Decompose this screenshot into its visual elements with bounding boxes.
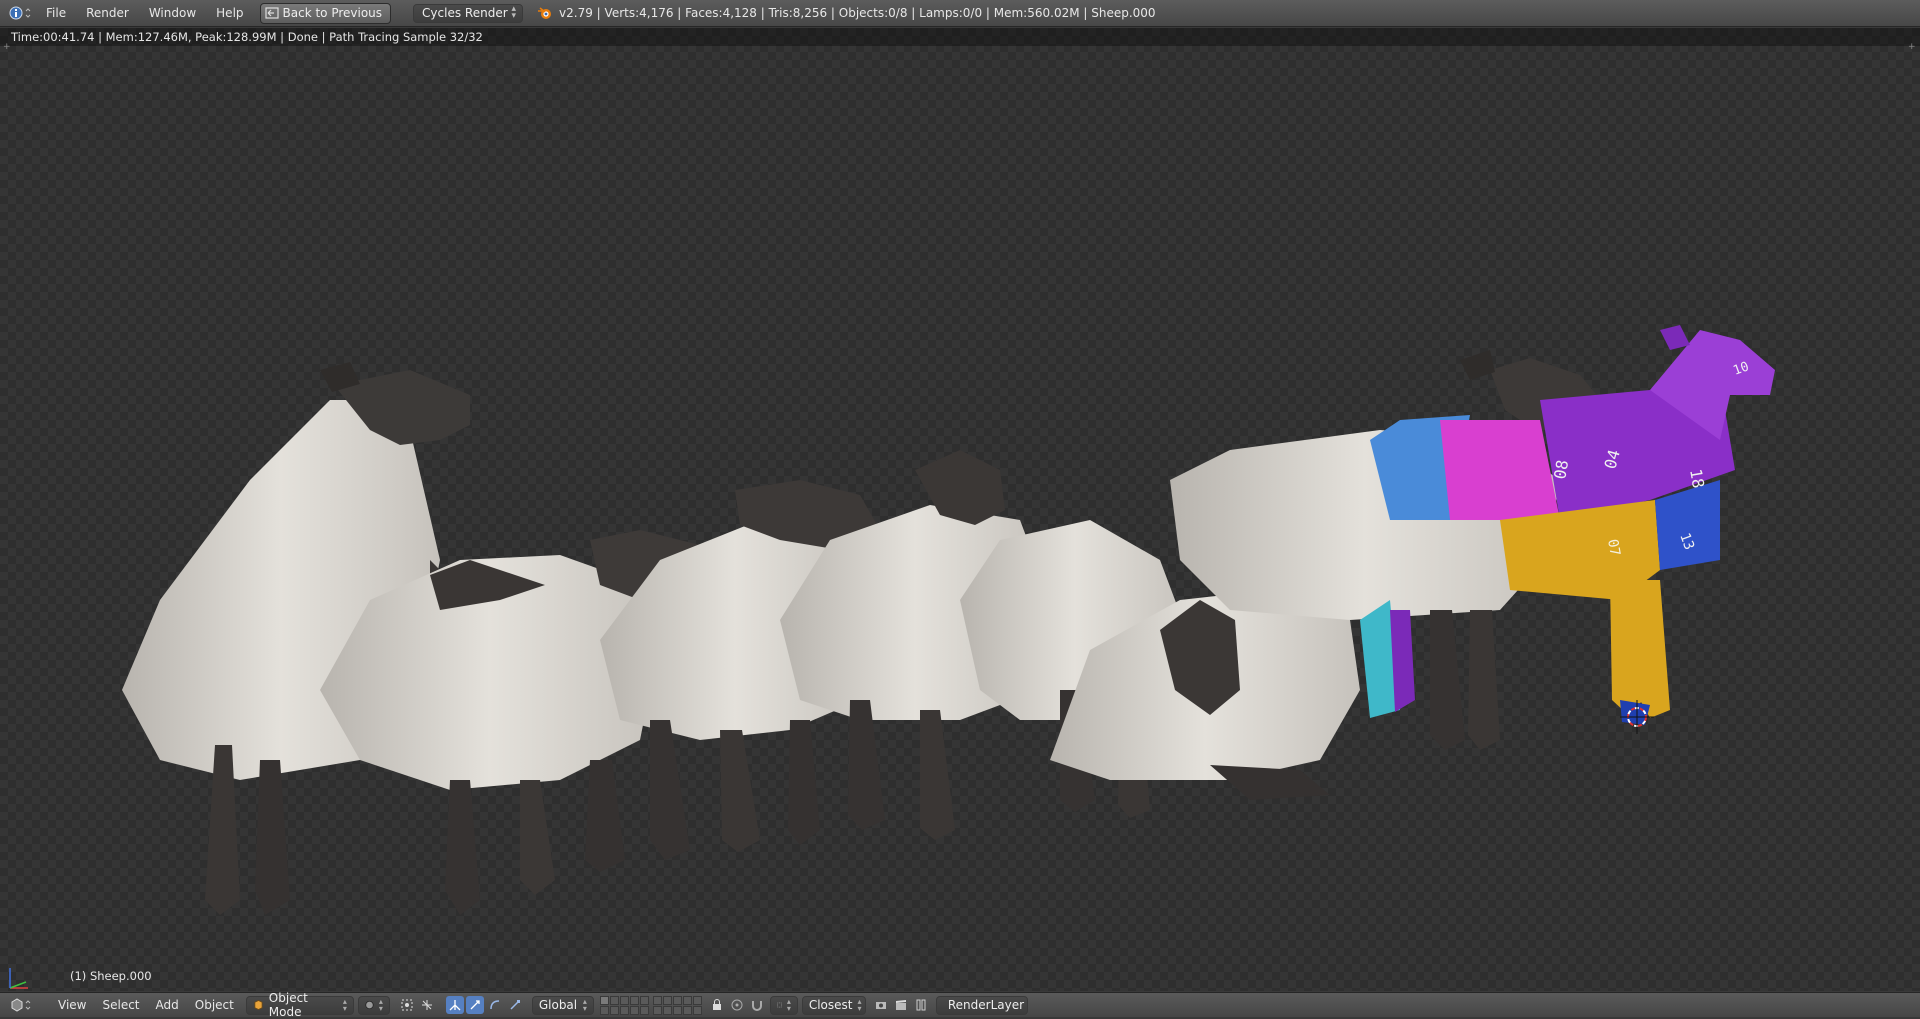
snap-icon xyxy=(751,1001,762,1011)
transform-orientation-select[interactable]: Global ▴ ▾ xyxy=(531,995,594,1015)
info-icon xyxy=(9,6,31,20)
snap-element-icon xyxy=(777,1002,782,1008)
render-engine-label: Cycles Render xyxy=(422,6,508,20)
menu-view[interactable]: View xyxy=(50,995,94,1015)
clapper-icon xyxy=(895,1000,906,1010)
translate-manipulator-button[interactable] xyxy=(445,996,464,1014)
layer-toggle[interactable] xyxy=(609,1005,619,1015)
layer-toggle[interactable] xyxy=(652,995,662,1005)
object-mode-icon xyxy=(254,999,263,1011)
dropdown-arrows-icon: ▴ ▾ xyxy=(786,997,791,1013)
menu-file[interactable]: File xyxy=(36,2,76,24)
camera-icon xyxy=(875,1002,886,1009)
layer-toggle[interactable] xyxy=(599,1005,609,1015)
layer-toggle[interactable] xyxy=(619,1005,629,1015)
editor-type-button[interactable] xyxy=(6,995,36,1015)
render-icon xyxy=(264,7,279,19)
scale-icon xyxy=(510,1000,520,1010)
rotate-icon xyxy=(490,1000,499,1010)
layer-toggle[interactable] xyxy=(692,995,702,1005)
dropdown-arrows-icon: ▴ ▾ xyxy=(511,4,517,21)
scene-stats: v2.79 | Verts:4,176 | Faces:4,128 | Tris… xyxy=(537,6,1156,20)
proportional-edit-icon xyxy=(731,999,743,1011)
viewport-shading-icon xyxy=(365,1000,374,1010)
menu-help[interactable]: Help xyxy=(206,2,253,24)
viewport-shading-select[interactable]: ▴ ▾ xyxy=(357,995,390,1015)
blender-logo-icon xyxy=(538,7,552,19)
pivot-icon xyxy=(401,999,413,1011)
layer-toggle[interactable] xyxy=(639,1005,649,1015)
dropdown-arrows-icon: ▴ ▾ xyxy=(378,997,383,1013)
menu-select[interactable]: Select xyxy=(94,995,147,1015)
translate-icon xyxy=(449,1000,461,1011)
back-to-previous-button[interactable]: Back to Previous xyxy=(259,2,392,24)
opengl-render-image-button[interactable] xyxy=(872,996,890,1014)
menu-add[interactable]: Add xyxy=(148,995,187,1015)
menu-window[interactable]: Window xyxy=(139,2,206,24)
interaction-mode-select[interactable]: Object Mode ▴ ▾ xyxy=(245,991,354,1019)
3d-viewport[interactable]: Time:00:41.74 | Mem:127.46M, Peak:128.99… xyxy=(0,28,1920,991)
axis-gizmo-icon xyxy=(9,968,28,989)
layer-toggle[interactable] xyxy=(629,1005,639,1015)
manipulator-toggle-button[interactable] xyxy=(418,996,436,1014)
snap-element-select[interactable]: ▴ ▾ xyxy=(769,995,798,1015)
rotate-tool-button[interactable] xyxy=(486,996,504,1014)
back-to-previous-label: Back to Previous xyxy=(282,6,383,20)
pause-icon xyxy=(916,999,926,1011)
layer-toggle[interactable] xyxy=(672,995,682,1005)
render-layer-select[interactable]: RenderLayer xyxy=(935,995,1028,1015)
layer-toggle[interactable] xyxy=(662,1005,672,1015)
uv-label: 08 xyxy=(1550,458,1572,480)
editor-type-button[interactable] xyxy=(6,3,36,23)
menu-object[interactable]: Object xyxy=(187,995,242,1015)
pause-button[interactable] xyxy=(912,996,930,1014)
layer-selector[interactable] xyxy=(599,995,706,1015)
snap-target-select[interactable]: Closest ▴ ▾ xyxy=(801,995,866,1015)
render-engine-select[interactable]: Cycles Render ▴ ▾ xyxy=(413,3,524,23)
layer-toggle[interactable] xyxy=(609,995,619,1005)
info-header: File Render Window Help Back to Previous… xyxy=(0,0,1920,27)
render-layer-label: RenderLayer xyxy=(947,998,1025,1012)
stats-text: v2.79 | Verts:4,176 | Faces:4,128 | Tris… xyxy=(559,6,1156,20)
rotate-icon xyxy=(470,1000,480,1010)
uv-label: 07 xyxy=(1604,538,1623,557)
3d-view-header: View Select Add Object Object Mode ▴ ▾ ▴ ▾… xyxy=(0,991,1920,1019)
menu-render[interactable]: Render xyxy=(76,2,139,24)
layer-toggle[interactable] xyxy=(662,995,672,1005)
layer-toggle[interactable] xyxy=(652,1005,662,1015)
proportional-edit-button[interactable] xyxy=(728,996,746,1014)
layer-toggle[interactable] xyxy=(682,995,692,1005)
snap-target-label: Closest xyxy=(808,998,853,1012)
rendered-scene: 04 18 08 07 13 10 xyxy=(122,325,1775,915)
transform-orientation-label: Global xyxy=(538,998,578,1012)
opengl-render-animation-button[interactable] xyxy=(892,996,910,1014)
pivot-point-button[interactable] xyxy=(398,996,416,1014)
lock-icon xyxy=(712,999,721,1010)
view3d-editor-icon xyxy=(11,998,31,1012)
layer-toggle[interactable] xyxy=(629,995,639,1005)
scale-manipulator-button[interactable] xyxy=(506,996,524,1014)
dropdown-arrows-icon: ▴ ▾ xyxy=(582,997,587,1013)
dropdown-arrows-icon: ▴ ▾ xyxy=(857,997,862,1013)
rotate-manipulator-button[interactable] xyxy=(465,996,484,1014)
layer-toggle[interactable] xyxy=(599,995,609,1005)
interaction-mode-label: Object Mode xyxy=(268,991,308,1019)
uv-label: 18 xyxy=(1686,467,1708,489)
layer-toggle[interactable] xyxy=(692,1005,702,1015)
layer-toggle[interactable] xyxy=(682,1005,692,1015)
dropdown-arrows-icon: ▴ ▾ xyxy=(342,997,347,1013)
layer-toggle[interactable] xyxy=(672,1005,682,1015)
lock-layer-button[interactable] xyxy=(708,996,726,1014)
active-object-label: (1) Sheep.000 xyxy=(70,969,152,983)
snap-toggle-button[interactable] xyxy=(748,996,766,1014)
layer-toggle[interactable] xyxy=(619,995,629,1005)
manipulator-icon xyxy=(421,1000,432,1010)
layer-toggle[interactable] xyxy=(639,995,649,1005)
